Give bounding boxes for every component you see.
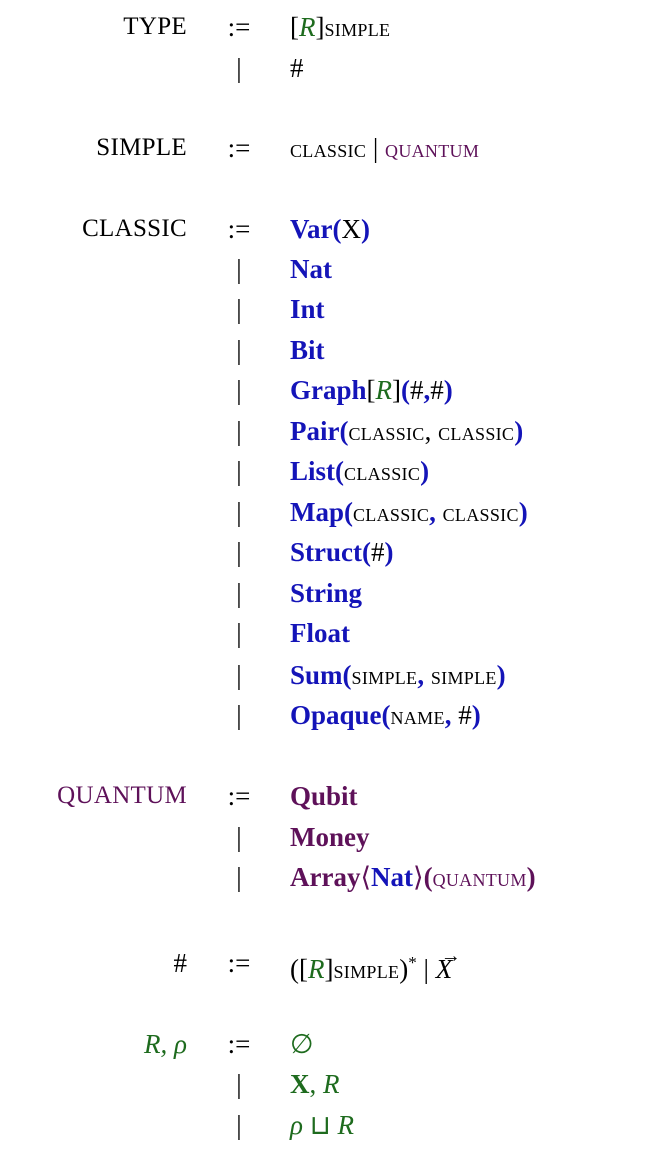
nonterminal-classic: CLASSIC (82, 215, 187, 242)
production-region-simple: [R]SIMPLE (290, 12, 391, 42)
define-symbol: := (227, 781, 251, 811)
production-map: Map(CLASSIC, CLASSIC) (290, 497, 528, 527)
production-sum: Sum(SIMPLE, SIMPLE) (290, 660, 506, 690)
rule-region-alt: | ρ ⊔ R (0, 1105, 667, 1145)
production-pair: Pair(CLASSIC, CLASSIC) (290, 416, 524, 446)
production-qubit: Qubit (290, 781, 358, 811)
nonterminal-type: TYPE (123, 13, 187, 40)
production-region-list-or-vector: ([R]SIMPLE)* | X (290, 936, 460, 991)
rule-classic-alt: | Bit (0, 330, 667, 370)
rule-hash: # := ([R]SIMPLE)* | X (0, 936, 667, 984)
rule-region: R, ρ := ∅ (0, 1024, 667, 1064)
rule-classic-alt: | List(CLASSIC) (0, 451, 667, 491)
nonterminal-simple: SIMPLE (96, 134, 187, 161)
vector-x: X (436, 936, 460, 989)
production-graph: Graph[R](#,#) (290, 375, 453, 405)
define-symbol: := (227, 1029, 251, 1059)
production-nat: Nat (290, 254, 332, 284)
production-array: Array⟨Nat⟩(QUANTUM) (290, 862, 536, 892)
rule-classic: CLASSIC := Var(X) (0, 209, 667, 249)
rule-simple: SIMPLE := CLASSIC | QUANTUM (0, 128, 667, 168)
production-rho-join-r: ρ ⊔ R (290, 1110, 355, 1140)
rule-classic-alt: | Nat (0, 249, 667, 289)
rule-classic-alt: | Opaque(NAME, #) (0, 695, 667, 735)
alternative-bar: | (236, 53, 242, 83)
rule-type-alt: | # (0, 48, 667, 88)
rule-classic-alt: | Graph[R](#,#) (0, 370, 667, 410)
production-string: String (290, 578, 363, 608)
rule-classic-alt: | Struct(#) (0, 532, 667, 572)
production-x-cons-r: X, R (290, 1069, 340, 1099)
nonterminal-region: R, ρ (144, 1029, 187, 1059)
rule-quantum-alt: | Array⟨Nat⟩(QUANTUM) (0, 857, 667, 897)
rule-classic-alt: | Sum(SIMPLE, SIMPLE) (0, 655, 667, 695)
nonterminal-quantum: QUANTUM (57, 782, 187, 809)
production-classic-or-quantum: CLASSIC | QUANTUM (290, 133, 480, 163)
production-opaque: Opaque(NAME, #) (290, 700, 481, 730)
nonterminal-hash: # (173, 948, 188, 978)
define-symbol: := (227, 214, 251, 244)
define-symbol: := (227, 133, 251, 163)
production-int: Int (290, 294, 325, 324)
production-hash: # (290, 53, 304, 83)
production-struct: Struct(#) (290, 537, 394, 567)
production-bit: Bit (290, 335, 325, 365)
define-symbol: := (227, 12, 251, 42)
rule-classic-alt: | Map(CLASSIC, CLASSIC) (0, 492, 667, 532)
rule-quantum-alt: | Money (0, 817, 667, 857)
production-empty-set: ∅ (290, 1029, 314, 1059)
rule-quantum: QUANTUM := Qubit (0, 776, 667, 816)
production-var: Var(X) (290, 214, 371, 244)
production-float: Float (290, 618, 350, 648)
rule-region-alt: | X, R (0, 1064, 667, 1104)
production-money: Money (290, 822, 370, 852)
rule-classic-alt: | Int (0, 289, 667, 329)
rule-classic-alt: | Float (0, 613, 667, 653)
production-list: List(CLASSIC) (290, 456, 430, 486)
rule-type: TYPE := [R]SIMPLE (0, 7, 667, 47)
rule-classic-alt: | String (0, 573, 667, 613)
type-grammar: TYPE := [R]SIMPLE | # SIMPLE := CLASSIC … (0, 0, 667, 1152)
define-symbol: := (227, 948, 251, 978)
rule-classic-alt: | Pair(CLASSIC, CLASSIC) (0, 411, 667, 451)
